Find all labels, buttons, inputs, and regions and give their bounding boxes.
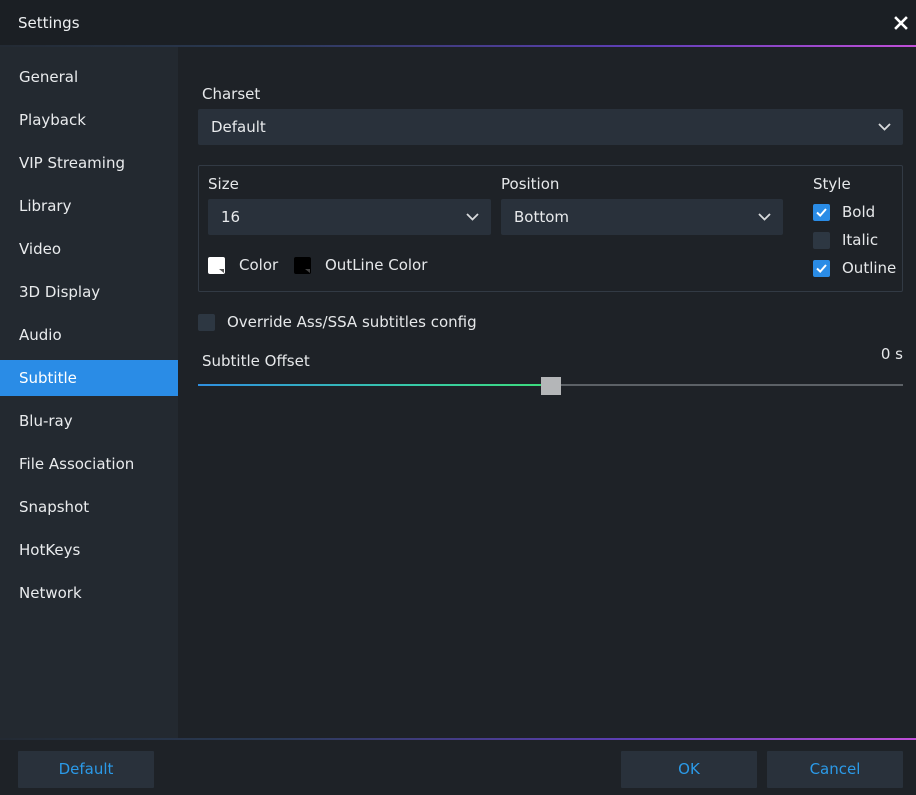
style-label: Style: [813, 175, 851, 193]
sidebar-item-file-association[interactable]: File Association: [0, 446, 178, 482]
size-select[interactable]: 16: [208, 199, 491, 235]
close-icon[interactable]: [892, 14, 910, 32]
position-value: Bottom: [514, 208, 570, 226]
ok-button[interactable]: OK: [621, 751, 757, 788]
override-ass-ssa-checkbox[interactable]: [198, 314, 215, 331]
italic-checkbox[interactable]: [813, 232, 830, 249]
size-label: Size: [208, 175, 239, 193]
sidebar-item-library[interactable]: Library: [0, 188, 178, 224]
outline-label: Outline: [842, 259, 897, 277]
sidebar-item-subtitle[interactable]: Subtitle: [0, 360, 178, 396]
outline-checkbox[interactable]: [813, 260, 830, 277]
default-button[interactable]: Default: [18, 751, 154, 788]
subtitle-offset-label: Subtitle Offset: [202, 352, 310, 370]
window-title: Settings: [18, 14, 80, 32]
size-value: 16: [221, 208, 241, 226]
charset-label: Charset: [202, 85, 261, 103]
charset-value: Default: [211, 118, 266, 136]
sidebar-item-general[interactable]: General: [0, 59, 178, 95]
settings-sidebar: General Playback VIP Streaming Library V…: [0, 47, 178, 738]
bold-checkbox[interactable]: [813, 204, 830, 221]
italic-label: Italic: [842, 231, 879, 249]
bold-label: Bold: [842, 203, 876, 221]
color-swatch[interactable]: [208, 257, 225, 274]
override-ass-ssa-label: Override Ass/SSA subtitles config: [227, 313, 477, 331]
cancel-button[interactable]: Cancel: [767, 751, 903, 788]
color-label: Color: [239, 256, 279, 274]
sidebar-item-network[interactable]: Network: [0, 575, 178, 611]
chevron-down-icon: [878, 123, 891, 131]
sidebar-item-3d-display[interactable]: 3D Display: [0, 274, 178, 310]
checkmark-icon: [816, 208, 827, 218]
sidebar-item-snapshot[interactable]: Snapshot: [0, 489, 178, 525]
sidebar-item-blu-ray[interactable]: Blu-ray: [0, 403, 178, 439]
chevron-down-icon: [466, 213, 479, 221]
subtitle-offset-thumb[interactable]: [540, 377, 561, 395]
outline-color-swatch[interactable]: [294, 257, 311, 274]
subtitle-offset-value: 0 s: [880, 345, 903, 363]
outline-color-label: OutLine Color: [325, 256, 428, 274]
sidebar-item-playback[interactable]: Playback: [0, 102, 178, 138]
title-bar: Settings: [0, 0, 916, 46]
sidebar-item-audio[interactable]: Audio: [0, 317, 178, 353]
sidebar-item-video[interactable]: Video: [0, 231, 178, 267]
checkmark-icon: [816, 264, 827, 274]
chevron-down-icon: [758, 213, 771, 221]
sidebar-item-hotkeys[interactable]: HotKeys: [0, 532, 178, 568]
subtitle-offset-fill: [198, 384, 551, 386]
sidebar-item-vip-streaming[interactable]: VIP Streaming: [0, 145, 178, 181]
position-select[interactable]: Bottom: [501, 199, 783, 235]
position-label: Position: [501, 175, 560, 193]
charset-select[interactable]: Default: [198, 109, 903, 145]
